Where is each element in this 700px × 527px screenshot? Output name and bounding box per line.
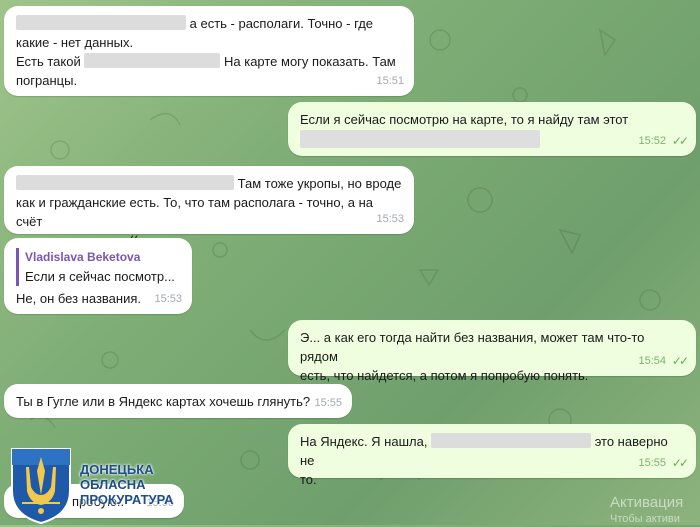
message-line: Э... а как его тогда найти без названия,… — [300, 330, 645, 364]
redacted-block — [16, 15, 186, 30]
message-line: как и гражданские есть. То, что там расп… — [16, 195, 374, 229]
message-line: есть, что найдется, а потом я попробую п… — [300, 368, 589, 383]
message-bubble-outgoing[interactable]: Если я сейчас посмотрю на карте, то я на… — [288, 102, 696, 156]
message-line: а есть - располаги. Точно - где — [16, 14, 402, 33]
message-line: Есть такой На карте могу показать. Там — [16, 53, 396, 69]
message-bubble-incoming[interactable]: Vladislava Beketova Если я сейчас посмот… — [4, 238, 192, 314]
message-time: 15:53 — [376, 213, 404, 225]
reply-text: Если я сейчас посмотр... — [25, 269, 175, 284]
message-line: то. — [300, 472, 317, 487]
message-time: 15:55 — [314, 397, 342, 409]
redacted-block — [84, 53, 221, 68]
read-checkmarks-icon: ✓✓ — [671, 134, 689, 148]
redacted-block — [300, 130, 540, 148]
redacted-block — [431, 433, 592, 448]
reply-author-name: Vladislava Beketova — [25, 250, 141, 264]
activation-watermark: Активация Чтобы активи — [610, 494, 684, 526]
message-bubble-outgoing[interactable]: Э... а как его тогда найти без названия,… — [288, 320, 696, 383]
redacted-block — [16, 175, 234, 190]
read-checkmarks-icon: ✓✓ — [671, 456, 689, 470]
message-line: Ты в Гугле или в Яндекс картах хочешь гл… — [16, 394, 311, 409]
message-bubble-incoming[interactable]: Ты в Гугле или в Яндекс картах хочешь гл… — [4, 384, 352, 418]
read-checkmarks-icon: ✓✓ — [671, 354, 689, 368]
message-line: погранцы. — [16, 73, 78, 88]
message-bubble-incoming[interactable]: а есть - располаги. Точно - где какие - … — [4, 6, 414, 96]
message-time: 15:54 — [638, 355, 666, 367]
message-time: 15:53 — [154, 293, 182, 305]
message-line: Если я сейчас посмотрю на карте, то я на… — [300, 112, 629, 127]
prosecutor-office-logo: ДОНЕЦЬКА ОБЛАСНА ПРОКУРАТУРА — [8, 444, 184, 525]
message-line: какие - нет данных. — [16, 35, 134, 50]
logo-caption: ДОНЕЦЬКА ОБЛАСНА ПРОКУРАТУРА — [80, 462, 174, 507]
reply-quote[interactable]: Vladislava Beketova Если я сейчас посмот… — [16, 248, 180, 286]
message-line: На Яндекс. Я нашла, это наверно не — [300, 433, 668, 468]
trident-shield-icon — [11, 447, 71, 524]
message-time: 15:52 — [638, 135, 666, 147]
message-line: Там тоже укропы, но вроде — [16, 174, 402, 193]
message-bubble-incoming[interactable]: Там тоже укропы, но вроде как и гражданс… — [4, 166, 414, 248]
message-time: 15:51 — [376, 75, 404, 87]
message-time: 15:55 — [638, 457, 666, 469]
message-bubble-outgoing[interactable]: На Яндекс. Я нашла, это наверно не то. 1… — [288, 424, 696, 487]
